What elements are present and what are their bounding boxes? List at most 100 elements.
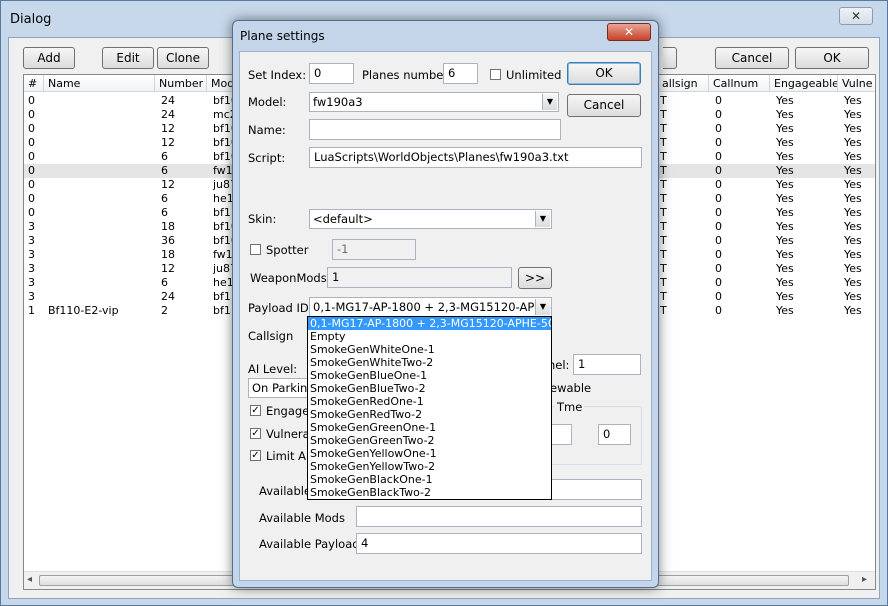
chevron-down-icon[interactable]: ▼ <box>535 299 550 315</box>
payload-option[interactable]: SmokeGenGreenTwo-2 <box>308 434 551 447</box>
cell-number: 12 <box>161 262 175 275</box>
cell-index: 0 <box>28 136 35 149</box>
cell-engageable: Yes <box>776 248 794 261</box>
payload-option[interactable]: SmokeGenBlueOne-1 <box>308 369 551 382</box>
col-callnum-header[interactable]: Callnum <box>709 75 770 92</box>
spotter-label: Spotter <box>266 243 309 257</box>
model-label: Model: <box>248 95 287 109</box>
weaponmods-expand-button[interactable]: >> <box>518 267 552 289</box>
col-name-header[interactable]: Name <box>44 75 155 92</box>
limit-ammo-checkbox[interactable]: ✓ <box>250 450 261 461</box>
cell-callsign: T <box>660 234 667 247</box>
payload-option[interactable]: Empty <box>308 330 551 343</box>
cell-number: 12 <box>161 178 175 191</box>
cell-callsign: T <box>660 150 667 163</box>
cell-name <box>46 150 154 164</box>
cell-engageable: Yes <box>776 276 794 289</box>
add-button[interactable]: Add <box>23 47 75 69</box>
edit-button[interactable]: Edit <box>102 47 154 69</box>
cell-name <box>46 206 154 220</box>
callsign-label: Callsign <box>248 329 294 343</box>
payload-combo[interactable]: 0,1-MG17-AP-1800 + 2,3-MG15120-APHE-500 … <box>309 297 552 317</box>
name-field[interactable] <box>309 119 561 140</box>
skin-combo[interactable]: <default> ▼ <box>309 209 552 229</box>
cell-vulnerable: Yes <box>844 150 862 163</box>
time-field[interactable]: 0 <box>598 424 631 445</box>
cell-engageable: Yes <box>776 122 794 135</box>
payload-option[interactable]: SmokeGenBlackTwo-2 <box>308 486 551 499</box>
col-index-header[interactable]: # <box>24 75 44 92</box>
cell-number: 12 <box>161 136 175 149</box>
cell-engageable: Yes <box>776 94 794 107</box>
set-index-field[interactable]: 0 <box>309 63 354 84</box>
payload-option[interactable]: SmokeGenWhiteOne-1 <box>308 343 551 356</box>
dialog-close-icon[interactable]: ✕ <box>607 23 651 41</box>
spotter-checkbox[interactable] <box>250 244 261 255</box>
dialog-cancel-button[interactable]: Cancel <box>567 94 641 117</box>
engageable-checkbox[interactable]: ✓ <box>250 405 261 416</box>
right-level-field[interactable]: 1 <box>573 354 641 375</box>
vulnerable-checkbox[interactable]: ✓ <box>250 428 261 439</box>
cell-callnum: 0 <box>715 94 722 107</box>
col-vulnerable-header[interactable]: Vulne <box>838 75 875 92</box>
scroll-right-icon[interactable]: ▸ <box>862 574 867 585</box>
script-field[interactable]: LuaScripts\WorldObjects\Planes\fw190a3.t… <box>309 147 642 168</box>
available-mods-field[interactable] <box>356 506 642 527</box>
col-number-header[interactable]: Number <box>155 75 207 92</box>
cell-engageable: Yes <box>776 206 794 219</box>
payload-option[interactable]: SmokeGenGreenOne-1 <box>308 421 551 434</box>
cell-name <box>46 276 154 290</box>
cell-index: 0 <box>28 206 35 219</box>
cell-callsign: T <box>660 290 667 303</box>
cell-index: 0 <box>28 150 35 163</box>
model-combo[interactable]: fw190a3 ▼ <box>309 92 559 112</box>
unlimited-checkbox[interactable] <box>490 69 501 80</box>
payload-option[interactable]: SmokeGenRedTwo-2 <box>308 408 551 421</box>
chevron-down-icon[interactable]: ▼ <box>535 211 550 227</box>
cell-engageable: Yes <box>776 304 794 317</box>
payload-dropdown-list[interactable]: 0,1-MG17-AP-1800 + 2,3-MG15120-APHE-500 E… <box>307 316 552 500</box>
payload-option[interactable]: SmokeGenWhiteTwo-2 <box>308 356 551 369</box>
hidden-button[interactable] <box>663 47 677 69</box>
cell-vulnerable: Yes <box>844 206 862 219</box>
cell-engageable: Yes <box>776 150 794 163</box>
time-field-left[interactable] <box>550 424 572 445</box>
scroll-left-icon[interactable]: ◂ <box>27 574 32 585</box>
plane-settings-dialog: Plane settings ✕ Set Index: 0 Planes num… <box>232 20 659 588</box>
cell-index: 3 <box>28 248 35 261</box>
cell-engageable: Yes <box>776 234 794 247</box>
weaponmods-field[interactable]: 1 <box>327 267 512 288</box>
col-engageable-header[interactable]: Engageable <box>770 75 838 92</box>
chevron-down-icon[interactable]: ▼ <box>542 94 557 110</box>
planes-number-field[interactable]: 6 <box>443 63 478 84</box>
cell-index: 0 <box>28 192 35 205</box>
payload-option[interactable]: SmokeGenYellowOne-1 <box>308 447 551 460</box>
cell-callsign: T <box>660 108 667 121</box>
payload-option[interactable]: SmokeGenBlueTwo-2 <box>308 382 551 395</box>
cell-number: 36 <box>161 234 175 247</box>
cell-name: Bf110-E2-vip <box>48 304 119 317</box>
ai-level-label: AI Level: <box>248 362 298 376</box>
payload-option[interactable]: SmokeGenBlackOne-1 <box>308 473 551 486</box>
available-payloads-field[interactable]: 4 <box>356 533 642 554</box>
script-label: Script: <box>248 151 286 165</box>
cell-callsign: T <box>660 262 667 275</box>
cell-callnum: 0 <box>715 192 722 205</box>
cancel-button[interactable]: Cancel <box>715 47 789 69</box>
cell-callnum: 0 <box>715 248 722 261</box>
cell-callnum: 0 <box>715 290 722 303</box>
close-icon[interactable]: ✕ <box>839 7 873 25</box>
model-value: fw190a3 <box>313 95 363 109</box>
cell-callnum: 0 <box>715 206 722 219</box>
skin-label: Skin: <box>248 212 277 226</box>
cell-engageable: Yes <box>776 178 794 191</box>
ok-button[interactable]: OK <box>795 47 869 69</box>
spotter-field[interactable]: -1 <box>332 239 416 260</box>
cell-engageable: Yes <box>776 220 794 233</box>
clone-button[interactable]: Clone <box>157 47 209 69</box>
col-callsign-header[interactable]: allsign <box>658 75 709 92</box>
payload-option[interactable]: SmokeGenRedOne-1 <box>308 395 551 408</box>
payload-option[interactable]: SmokeGenYellowTwo-2 <box>308 460 551 473</box>
payload-option[interactable]: 0,1-MG17-AP-1800 + 2,3-MG15120-APHE-500 <box>308 317 551 330</box>
dialog-ok-button[interactable]: OK <box>567 62 641 85</box>
